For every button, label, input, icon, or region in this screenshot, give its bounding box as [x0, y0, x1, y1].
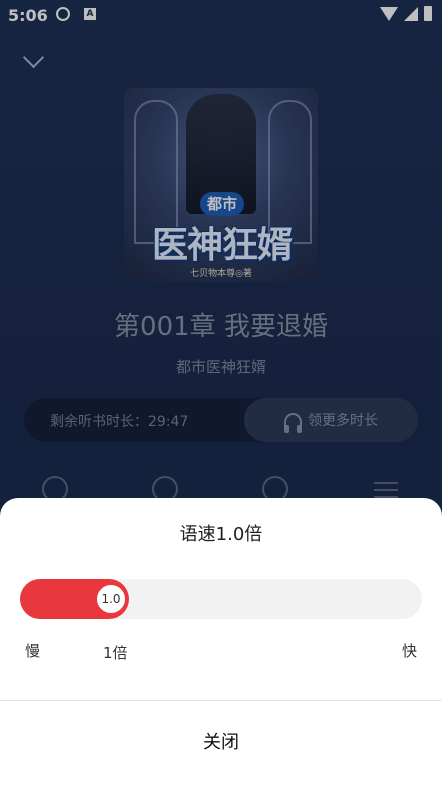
slow-label: 慢 [25, 642, 41, 660]
fast-label: 快 [401, 642, 417, 660]
current-speed-label: 1倍 [103, 644, 128, 662]
speed-bottom-sheet: 语速1.0倍 1.0 慢 1倍 快 关闭 [0, 498, 442, 787]
speed-sheet-title: 语速1.0倍 [179, 524, 263, 545]
close-button[interactable]: 关闭 [0, 701, 442, 787]
speed-slider-thumb[interactable]: 1.0 [95, 583, 127, 615]
speed-slider[interactable]: 1.0 [20, 579, 422, 619]
